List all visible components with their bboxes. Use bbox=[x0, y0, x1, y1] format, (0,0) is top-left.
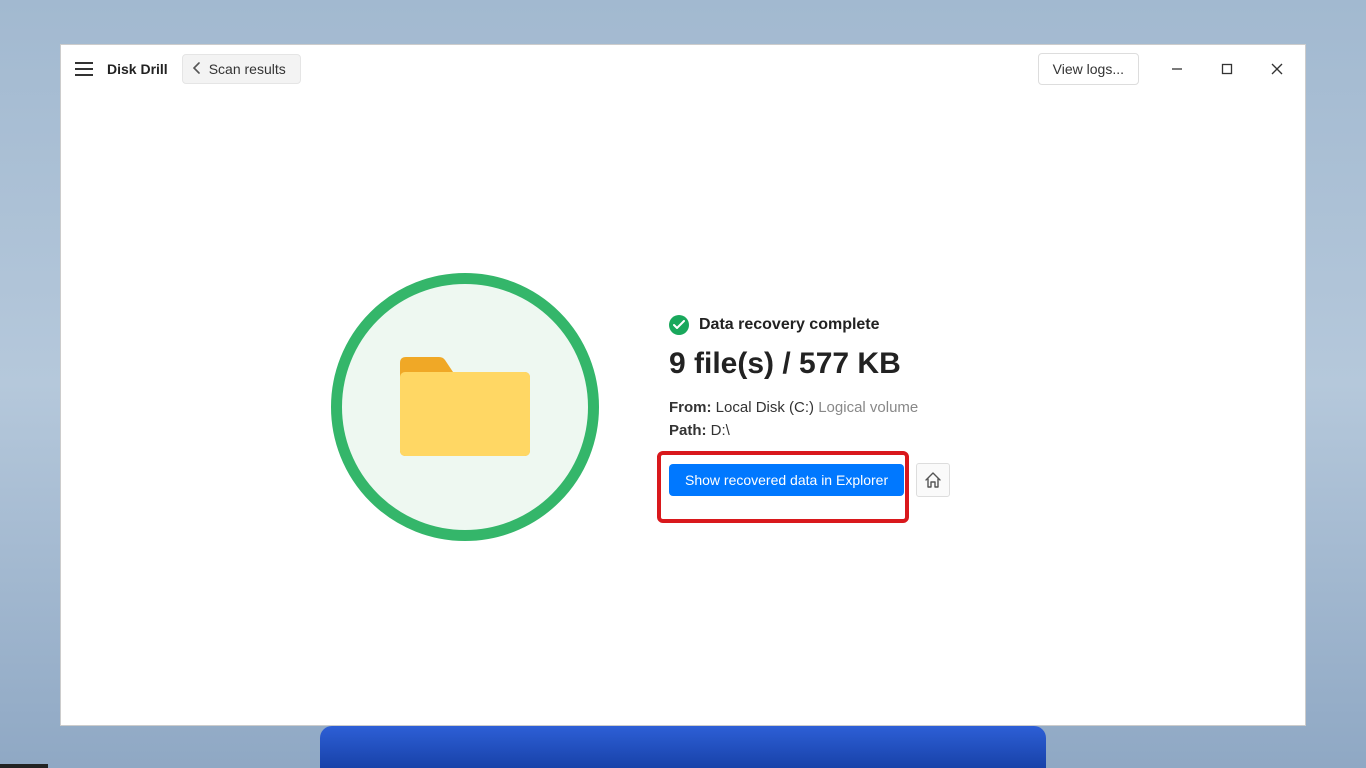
window-controls bbox=[1167, 59, 1297, 79]
taskbar-edge bbox=[0, 764, 48, 768]
maximize-button[interactable] bbox=[1217, 59, 1237, 79]
actions-row: Show recovered data in Explorer bbox=[669, 463, 950, 497]
home-icon bbox=[924, 471, 942, 489]
path-label: Path: bbox=[669, 422, 707, 439]
path-row: Path: D:\ bbox=[669, 422, 950, 439]
from-value: Local Disk (C:) bbox=[716, 399, 814, 416]
show-recovered-button[interactable]: Show recovered data in Explorer bbox=[669, 464, 904, 496]
info-column: Data recovery complete 9 file(s) / 577 K… bbox=[669, 273, 950, 497]
path-value: D:\ bbox=[711, 422, 730, 439]
from-label: From: bbox=[669, 399, 712, 416]
from-row: From: Local Disk (C:) Logical volume bbox=[669, 399, 950, 416]
success-graphic bbox=[331, 273, 599, 541]
recovery-summary: 9 file(s) / 577 KB bbox=[669, 347, 950, 381]
titlebar: Disk Drill Scan results View logs... bbox=[61, 45, 1305, 93]
menu-icon[interactable] bbox=[75, 62, 93, 76]
folder-icon bbox=[395, 352, 535, 462]
view-logs-button[interactable]: View logs... bbox=[1038, 53, 1139, 85]
minimize-button[interactable] bbox=[1167, 59, 1187, 79]
status-text: Data recovery complete bbox=[699, 316, 880, 334]
back-button-label: Scan results bbox=[209, 61, 286, 77]
close-button[interactable] bbox=[1267, 59, 1287, 79]
app-title: Disk Drill bbox=[107, 61, 168, 77]
home-button[interactable] bbox=[916, 463, 950, 497]
from-subtype: Logical volume bbox=[818, 399, 918, 416]
chevron-left-icon bbox=[193, 61, 201, 77]
status-row: Data recovery complete bbox=[669, 315, 950, 335]
back-button[interactable]: Scan results bbox=[182, 54, 301, 84]
content-area: Data recovery complete 9 file(s) / 577 K… bbox=[61, 93, 1305, 725]
check-icon bbox=[669, 315, 689, 335]
app-window: Disk Drill Scan results View logs... bbox=[60, 44, 1306, 726]
taskbar-background bbox=[320, 726, 1046, 768]
